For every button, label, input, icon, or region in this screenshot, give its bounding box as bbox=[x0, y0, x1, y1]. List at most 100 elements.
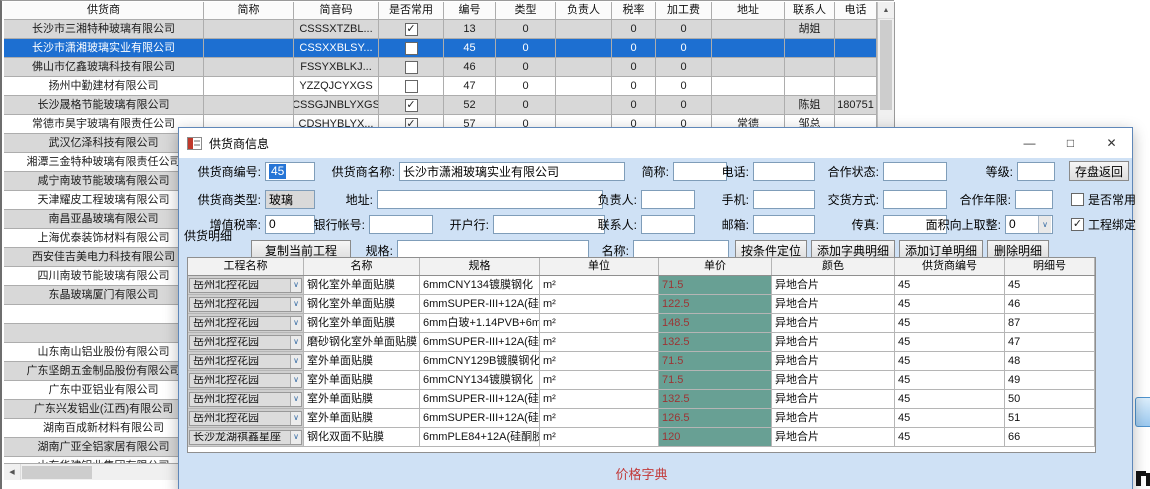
dialog-titlebar[interactable]: 供货商信息 — □ ✕ bbox=[179, 128, 1132, 158]
column-header[interactable]: 税率 bbox=[612, 2, 656, 19]
grid-cell-name[interactable]: 钢化室外单面贴膜 bbox=[304, 276, 420, 294]
cell-common-checkbox[interactable] bbox=[379, 58, 444, 76]
combo-arrow-icon[interactable]: ∨ bbox=[290, 317, 301, 330]
project-combo[interactable]: 岳州北控花园∨ bbox=[189, 392, 302, 407]
grid-cell-color[interactable]: 异地合片 bbox=[772, 276, 895, 294]
cell-code[interactable]: CSSXXBLSY... bbox=[294, 39, 379, 57]
grid-cell-color[interactable]: 异地合片 bbox=[772, 371, 895, 389]
project-combo[interactable]: 岳州北控花园∨ bbox=[189, 335, 302, 350]
checkbox-icon[interactable]: ✓ bbox=[405, 99, 418, 112]
grid-cell-spec[interactable]: 6mmCNY134镀膜钢化 bbox=[420, 276, 540, 294]
cell-supplier[interactable]: 武汉亿泽科技有限公司 bbox=[4, 134, 204, 152]
cell-type[interactable]: 0 bbox=[496, 20, 556, 38]
cell-type[interactable]: 0 bbox=[496, 77, 556, 95]
cell-supplier[interactable]: 南昌亚晶玻璃有限公司 bbox=[4, 210, 204, 228]
grid-cell-unit[interactable]: m² bbox=[540, 276, 659, 294]
grid-cell-color[interactable]: 异地合片 bbox=[772, 428, 895, 446]
column-header[interactable]: 电话 bbox=[835, 2, 877, 19]
combo-arrow-icon[interactable]: ∨ bbox=[290, 355, 301, 368]
cell-contact[interactable]: 胡姐 bbox=[785, 20, 835, 38]
grid-cell-spec[interactable]: 6mmSUPER-III+12A(硅... bbox=[420, 409, 540, 427]
grid-cell-price[interactable]: 71.5 bbox=[659, 276, 772, 294]
cell-common-checkbox[interactable] bbox=[379, 39, 444, 57]
grid-cell-detail-no[interactable]: 66 bbox=[1005, 428, 1095, 446]
cell-supplier[interactable]: 佛山市亿鑫玻璃科技有限公司 bbox=[4, 58, 204, 76]
column-header[interactable]: 联系人 bbox=[785, 2, 835, 19]
column-header[interactable]: 是否常用 bbox=[379, 2, 444, 19]
cell-fee[interactable]: 0 bbox=[656, 96, 712, 114]
grid-cell-detail-no[interactable]: 46 bbox=[1005, 295, 1095, 313]
grid-cell-price[interactable]: 71.5 bbox=[659, 352, 772, 370]
cell-abbr[interactable] bbox=[204, 96, 294, 114]
grid-column-header[interactable]: 单位 bbox=[540, 258, 659, 275]
cell-no[interactable]: 46 bbox=[444, 58, 496, 76]
grid-cell-name[interactable]: 钢化双面不贴膜 bbox=[304, 428, 420, 446]
cell-contact[interactable]: 陈姐 bbox=[785, 96, 835, 114]
cell-manager[interactable] bbox=[556, 20, 612, 38]
cell-tax[interactable]: 0 bbox=[612, 20, 656, 38]
column-header[interactable]: 编号 bbox=[444, 2, 496, 19]
column-header[interactable]: 类型 bbox=[496, 2, 556, 19]
cell-supplier[interactable]: 天津耀皮工程玻璃有限公司 bbox=[4, 191, 204, 209]
grid-cell-color[interactable]: 异地合片 bbox=[772, 352, 895, 370]
cell-supplier[interactable]: 咸宁南玻节能玻璃有限公司 bbox=[4, 172, 204, 190]
grid-cell-supplier-no[interactable]: 45 bbox=[895, 409, 1005, 427]
cell-tax[interactable]: 0 bbox=[612, 77, 656, 95]
supplier-row[interactable]: 扬州中勤建材有限公司YZZQJCYXGS47000 bbox=[4, 77, 877, 96]
cell-supplier[interactable]: 长沙晟格节能玻璃有限公司 bbox=[4, 96, 204, 114]
cell-fee[interactable]: 0 bbox=[656, 20, 712, 38]
cell-supplier[interactable]: 长沙市潇湘玻璃实业有限公司 bbox=[4, 39, 204, 57]
cell-phone[interactable] bbox=[835, 77, 877, 95]
cell-manager[interactable] bbox=[556, 77, 612, 95]
delivery-method-field[interactable] bbox=[883, 190, 947, 209]
cell-tax[interactable]: 0 bbox=[612, 96, 656, 114]
cell-no[interactable]: 47 bbox=[444, 77, 496, 95]
manager-field[interactable] bbox=[641, 190, 695, 209]
supplier-name-field[interactable]: 长沙市潇湘玻璃实业有限公司 bbox=[399, 162, 625, 181]
grid-cell-detail-no[interactable]: 45 bbox=[1005, 276, 1095, 294]
cell-supplier[interactable]: 四川南玻节能玻璃有限公司 bbox=[4, 267, 204, 285]
grid-cell-unit[interactable]: m² bbox=[540, 409, 659, 427]
detail-row[interactable]: 长沙龙湖祺鑫星座∨钢化双面不贴膜6mmPLE84+12A(硅酮胶...m²120… bbox=[188, 428, 1095, 447]
scroll-up-icon[interactable]: ▲ bbox=[878, 2, 894, 19]
cell-no[interactable]: 45 bbox=[444, 39, 496, 57]
phone-field[interactable] bbox=[753, 162, 815, 181]
cell-supplier[interactable]: 长沙市三湘特种玻璃有限公司 bbox=[4, 20, 204, 38]
grid-cell-name[interactable]: 室外单面贴膜 bbox=[304, 390, 420, 408]
grid-cell-detail-no[interactable]: 50 bbox=[1005, 390, 1095, 408]
detail-row[interactable]: 岳州北控花园∨室外单面贴膜6mmCNY129B镀膜钢化m²71.5异地合片454… bbox=[188, 352, 1095, 371]
grid-column-header[interactable]: 工程名称 bbox=[188, 258, 304, 275]
grid-cell-unit[interactable]: m² bbox=[540, 295, 659, 313]
combo-arrow-icon[interactable]: ∨ bbox=[290, 393, 301, 406]
cell-addr[interactable] bbox=[712, 20, 785, 38]
scroll-left-icon[interactable]: ◀ bbox=[4, 464, 21, 480]
cell-manager[interactable] bbox=[556, 39, 612, 57]
column-header[interactable]: 地址 bbox=[712, 2, 785, 19]
grid-cell-spec[interactable]: 6mmCNY134镀膜钢化 bbox=[420, 371, 540, 389]
supplier-row[interactable]: 长沙晟格节能玻璃有限公司CSSGJNBLYXGS✓52000陈姐180751 bbox=[4, 96, 877, 115]
grid-cell-price[interactable]: 120 bbox=[659, 428, 772, 446]
checkbox-icon[interactable]: ✓ bbox=[1071, 218, 1084, 231]
grid-cell-supplier-no[interactable]: 45 bbox=[895, 276, 1005, 294]
combo-arrow-icon[interactable]: ∨ bbox=[1038, 216, 1051, 233]
combo-arrow-icon[interactable]: ∨ bbox=[290, 374, 301, 387]
project-combo[interactable]: 岳州北控花园∨ bbox=[189, 297, 302, 312]
grid-cell-detail-no[interactable]: 51 bbox=[1005, 409, 1095, 427]
grid-column-header[interactable]: 名称 bbox=[304, 258, 420, 275]
cell-no[interactable]: 13 bbox=[444, 20, 496, 38]
grid-cell-color[interactable]: 异地合片 bbox=[772, 409, 895, 427]
detail-row[interactable]: 岳州北控花园∨室外单面贴膜6mmCNY134镀膜钢化m²71.5异地合片4549 bbox=[188, 371, 1095, 390]
column-header[interactable]: 负责人 bbox=[556, 2, 612, 19]
grid-cell-detail-no[interactable]: 48 bbox=[1005, 352, 1095, 370]
cell-abbr[interactable] bbox=[204, 58, 294, 76]
grid-cell-price[interactable]: 122.5 bbox=[659, 295, 772, 313]
project-combo[interactable]: 岳州北控花园∨ bbox=[189, 278, 302, 293]
combo-arrow-icon[interactable]: ∨ bbox=[290, 412, 301, 425]
address-field[interactable] bbox=[377, 190, 603, 209]
combo-arrow-icon[interactable]: ∨ bbox=[290, 279, 301, 292]
supplier-type-field[interactable]: 玻璃 bbox=[265, 190, 315, 209]
grid-cell-project[interactable]: 岳州北控花园∨ bbox=[188, 390, 304, 408]
grid-cell-project[interactable]: 岳州北控花园∨ bbox=[188, 352, 304, 370]
cell-tax[interactable]: 0 bbox=[612, 58, 656, 76]
cell-no[interactable]: 52 bbox=[444, 96, 496, 114]
